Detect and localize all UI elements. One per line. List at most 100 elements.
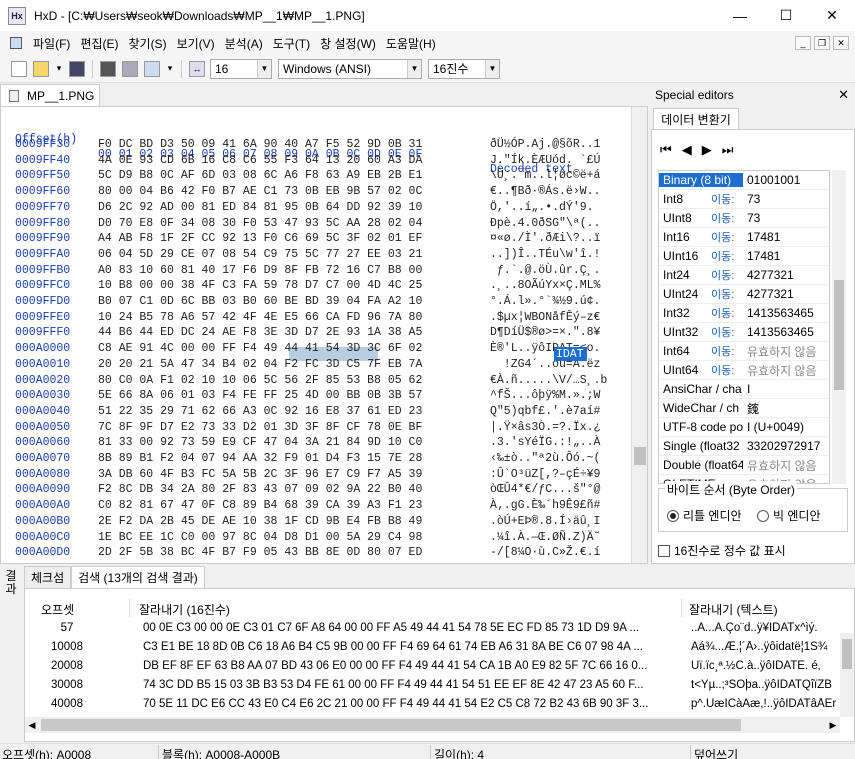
hex-int-option[interactable]: 16진수로 정수 값 표시 bbox=[658, 542, 786, 559]
hex-row-text[interactable]: ¤«ø./Ì'.ðÆi\?..ï bbox=[490, 231, 600, 246]
mdi-close-button[interactable]: ✕ bbox=[833, 36, 849, 50]
inspector-row[interactable]: AnsiChar / cha I bbox=[659, 380, 829, 399]
radio-checked-icon[interactable] bbox=[667, 509, 679, 522]
hex-row-bytes[interactable]: 51 22 35 29 71 62 66 A3 0C 92 16 E8 37 6… bbox=[98, 404, 422, 419]
charset-select[interactable]: Windows (ANSI) ▼ bbox=[278, 58, 422, 79]
last-icon[interactable]: ⏭ bbox=[722, 142, 734, 158]
hex-row-text[interactable]: Q"5)qbf£.'.è7aí# bbox=[490, 404, 600, 419]
hex-row-bytes[interactable]: 8B 89 B1 F2 04 07 94 AA 32 F9 01 D4 F3 1… bbox=[98, 451, 422, 466]
hex-row-bytes[interactable]: 2E F2 DA 2B 45 DE AE 10 38 1F CD 9B E4 F… bbox=[98, 514, 422, 529]
hex-row-text[interactable]: D¶DíÜ$®ø>=×.".8¥ bbox=[490, 325, 600, 340]
inspector-row[interactable]: UInt64 이동: 유효하지 않음 bbox=[659, 361, 829, 380]
hex-row-text[interactable]: .$µx¦WBONåfÊý–z€ bbox=[490, 310, 600, 325]
inspector-value[interactable]: I (U+0049) bbox=[743, 420, 829, 434]
menu-tools[interactable]: 도구(T) bbox=[268, 35, 315, 52]
inspector-row[interactable]: WideChar / ch 䥉 bbox=[659, 399, 829, 418]
hex-row-bytes[interactable]: 1E BC EE 1C C0 00 97 8C 04 D8 D1 00 5A 2… bbox=[98, 530, 422, 545]
tab-checksum[interactable]: 체크섬 bbox=[24, 566, 72, 588]
inspector-row[interactable]: UTF-8 code po I (U+0049) bbox=[659, 418, 829, 437]
tab-search-results[interactable]: 검색 (13개의 검색 결과) bbox=[71, 566, 205, 588]
hex-row-text[interactable]: Ö,'­..í„.•.dÝ'9. bbox=[490, 200, 594, 215]
results-hscroll-thumb[interactable] bbox=[41, 719, 741, 731]
hex-row-bytes[interactable]: 10 B8 00 00 38 4F C3 FA 59 78 D7 C7 00 4… bbox=[98, 278, 422, 293]
hex-editor-pane[interactable]: Offset(h) 00 01 02 03 04 05 06 07 08 09 … bbox=[0, 106, 648, 564]
hex-row-bytes[interactable]: 80 C0 0A F1 02 10 10 06 5C 56 2F 85 53 B… bbox=[98, 373, 422, 388]
little-endian-option[interactable]: 리틀 엔디안 bbox=[667, 507, 742, 524]
result-row[interactable]: 30008 74 3C DD B5 15 03 3B B3 53 D4 FE 61… bbox=[25, 679, 840, 698]
inspector-value[interactable]: I bbox=[743, 382, 829, 396]
menu-search[interactable]: 찾기(S) bbox=[123, 35, 171, 52]
goto-link[interactable]: 이동: bbox=[711, 324, 743, 340]
inspector-value[interactable]: 유효하지 않음 bbox=[743, 362, 829, 379]
inspector-row[interactable]: Int24 이동: 4277321 bbox=[659, 266, 829, 285]
inspector-value[interactable]: 유효하지 않음 bbox=[743, 343, 829, 360]
goto-link[interactable]: 이동: bbox=[711, 286, 743, 302]
inspector-row[interactable]: Binary (8 bit) 01001001 bbox=[659, 171, 829, 190]
goto-link[interactable]: 이동: bbox=[711, 305, 743, 321]
mdi-minimize-button[interactable]: _ bbox=[795, 36, 811, 50]
hex-row-text[interactable]: ..])Î..TÉu\w'î.! bbox=[490, 247, 600, 262]
new-file-icon[interactable] bbox=[11, 60, 27, 77]
dropdown-arrow-icon[interactable]: ▾ bbox=[166, 61, 174, 77]
inspector-value[interactable]: 4277321 bbox=[743, 287, 829, 301]
inspector-row[interactable]: Int8 이동: 73 bbox=[659, 190, 829, 209]
chevron-down-icon[interactable]: ▼ bbox=[407, 59, 421, 78]
close-button[interactable]: ✕ bbox=[809, 0, 855, 31]
inspector-value[interactable]: 유효하지 않음 bbox=[743, 457, 829, 474]
inspector-value[interactable]: 17481 bbox=[743, 230, 829, 244]
scroll-right-icon[interactable]: ▶ bbox=[826, 720, 840, 731]
menu-view[interactable]: 보기(V) bbox=[172, 35, 220, 52]
hex-row-bytes[interactable]: B0 07 C1 0D 6C BB 03 B0 60 BE BD 39 04 F… bbox=[98, 294, 422, 309]
hex-row-text[interactable]: ƒ.`.@.öÙ.ûr.Ç¸. bbox=[490, 263, 601, 278]
tab-data-inspector[interactable]: 데이터 변환기 bbox=[653, 108, 739, 130]
result-row[interactable]: 40008 70 5E 11 DC E6 CC 43 E0 C4 E6 2C 21… bbox=[25, 698, 840, 717]
hex-row-text[interactable]: -/[8¼O·ù.C»Ž.€.í bbox=[490, 545, 600, 560]
document-menu-icon[interactable] bbox=[10, 37, 22, 49]
inspector-value[interactable]: 17481 bbox=[743, 249, 829, 263]
inspector-value[interactable]: 73 bbox=[743, 211, 829, 225]
result-row[interactable]: 57 00 0E C3 00 00 0E C3 01 C7 6F A8 64 00… bbox=[25, 622, 840, 641]
hex-row-bytes[interactable]: 2D 2F 5B 38 BC 4F B7 F9 05 43 BB 8E 0D 8… bbox=[98, 545, 422, 560]
results-scroll-thumb[interactable] bbox=[842, 639, 852, 669]
document-tab[interactable]: MP__1.PNG bbox=[0, 84, 100, 106]
results-col-text[interactable]: 잘라내기 (텍스트) bbox=[689, 601, 778, 618]
column-divider[interactable] bbox=[129, 599, 130, 617]
inspector-value[interactable]: 1413563465 bbox=[743, 325, 829, 339]
results-horizontal-scrollbar[interactable]: ◀ ▶ bbox=[25, 717, 840, 733]
hex-row-bytes[interactable]: 4A 0E 93 CD 6B 16 C8 C6 55 F3 64 13 20 6… bbox=[98, 153, 422, 168]
goto-link[interactable]: 이동: bbox=[711, 343, 743, 359]
save-icon[interactable] bbox=[69, 60, 85, 77]
hex-row-text[interactable]: ðÜ½ÓP.Aj.@§õR..1 bbox=[490, 137, 600, 152]
hex-row-bytes[interactable]: C8 AE 91 4C 00 00 FF F4 49 44 41 54 3D 3… bbox=[98, 341, 422, 356]
hex-row-bytes[interactable]: F0 DC BD D3 50 09 41 6A 90 40 A7 F5 52 9… bbox=[98, 137, 422, 152]
inspector-row[interactable]: Single (float32 33202972917 bbox=[659, 437, 829, 456]
results-vertical-scrollbar[interactable] bbox=[840, 633, 854, 717]
hex-row-text[interactable]: \Ù¸.¯m..l¦øc©ë+á bbox=[490, 168, 600, 183]
inspector-row[interactable]: UInt16 이동: 17481 bbox=[659, 247, 829, 266]
hex-row-text[interactable]: À‚.gG.È‰´h9Ê9£ñ# bbox=[490, 498, 600, 513]
open-folder-icon[interactable] bbox=[33, 60, 49, 77]
menu-window[interactable]: 창 설정(W) bbox=[315, 35, 381, 52]
hex-row-bytes[interactable]: 10 24 B5 78 A6 57 42 4F 4E E5 66 CA FD 9… bbox=[98, 310, 422, 325]
inspector-value[interactable]: 1413563465 bbox=[743, 306, 829, 320]
hex-row-text[interactable]: ‹‰±ò.."ª2ù.Ôó.~( bbox=[490, 451, 600, 466]
inspector-value[interactable]: 33202972917 bbox=[743, 439, 829, 453]
hex-row-text[interactable]: .¼î.À.—Œ.ØÑ.Z)Ä˜ bbox=[490, 530, 600, 545]
menu-analysis[interactable]: 분석(A) bbox=[220, 35, 268, 52]
result-row[interactable]: 10008 C3 E1 BE 18 8D 0B C6 18 A6 B4 C5 9B… bbox=[25, 641, 840, 660]
hex-row-text[interactable]: °.Á.l».°`¾½9.ú¢. bbox=[490, 294, 600, 309]
goto-link[interactable]: 이동: bbox=[711, 248, 743, 264]
hex-row-text[interactable]: òŒÛ4*€/ƒC...š"°@ bbox=[490, 482, 600, 497]
hex-row-bytes[interactable]: 7C 8F 9F D7 E2 73 33 D2 01 3D 3F 8F CF 7… bbox=[98, 420, 422, 435]
minimize-button[interactable]: — bbox=[717, 0, 763, 31]
previous-icon[interactable]: ◀ bbox=[682, 142, 692, 158]
menu-file[interactable]: 파일(F) bbox=[28, 35, 75, 52]
ram-icon[interactable] bbox=[100, 60, 116, 77]
scroll-left-icon[interactable]: ◀ bbox=[25, 720, 39, 731]
radio-unchecked-icon[interactable] bbox=[757, 509, 769, 522]
goto-link[interactable]: 이동: bbox=[711, 267, 743, 283]
hex-row-bytes[interactable]: 06 04 5D 29 CE 07 08 54 C9 75 5C 77 27 E… bbox=[98, 247, 422, 262]
hex-row-text[interactable]: €À.ñ.....\V/…S¸.b bbox=[490, 373, 607, 388]
checkbox-icon[interactable] bbox=[658, 544, 670, 557]
menu-edit[interactable]: 편집(E) bbox=[75, 35, 123, 52]
